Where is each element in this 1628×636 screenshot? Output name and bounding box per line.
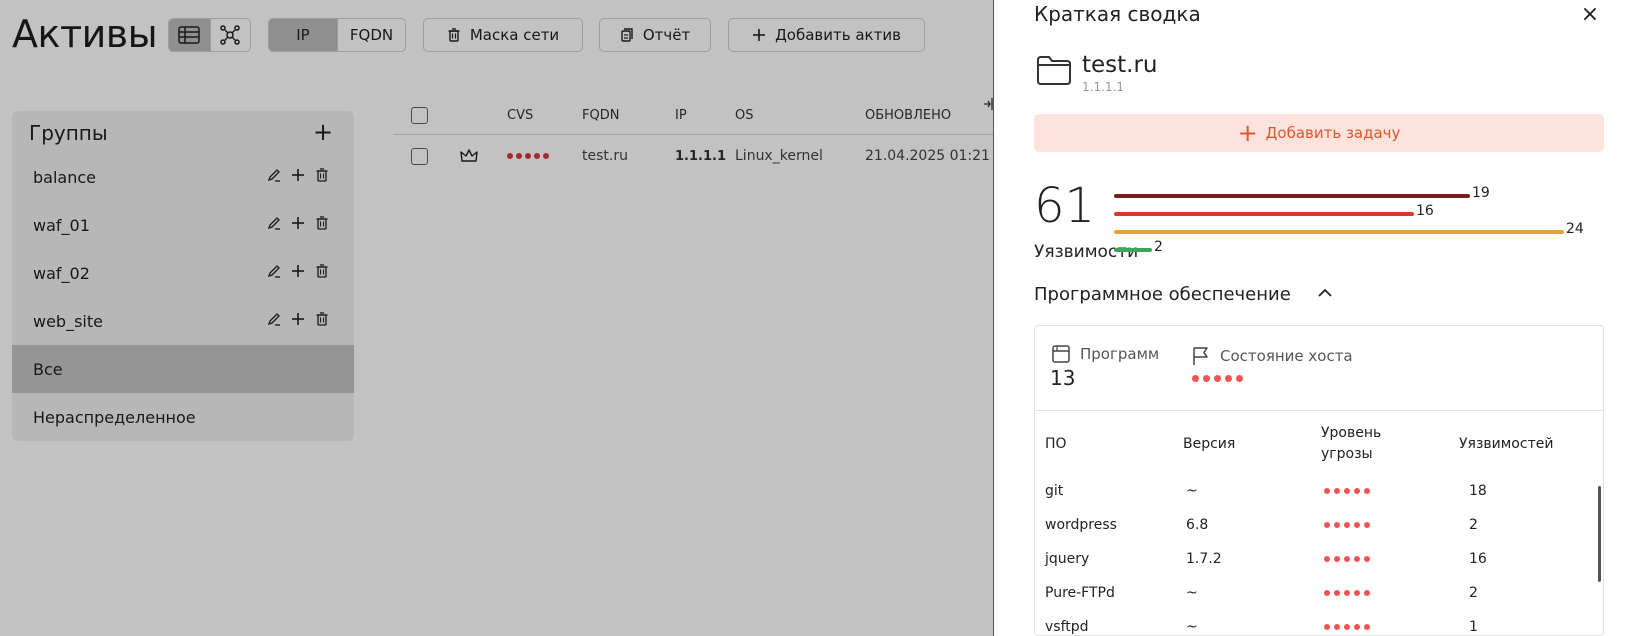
chevron-up-icon[interactable] (1316, 284, 1334, 302)
threat-rating (1324, 590, 1370, 596)
table-row[interactable]: Pure-FTPd ~2 (1035, 576, 1603, 610)
vulnerability-label: Уязвимости (1034, 242, 1139, 262)
programs-count: 13 (1050, 366, 1076, 390)
severity-count: 16 (1416, 203, 1434, 219)
software-card: Программ 13 Состояние хоста ПО Версия Ур… (1034, 325, 1604, 636)
summary-panel: Краткая сводка × test.ru 1.1.1.1 + Добав… (993, 0, 1628, 636)
severity-bar (1114, 194, 1470, 198)
software-vuln-count: 2 (1469, 585, 1478, 601)
software-vuln-count: 2 (1469, 517, 1478, 533)
severity-bar (1114, 230, 1564, 234)
threat-rating (1324, 556, 1370, 562)
software-name: wordpress (1045, 517, 1117, 533)
vulnerability-total: 61 (1034, 178, 1096, 234)
table-row[interactable]: jquery 1.7.2 16 (1035, 542, 1603, 576)
column-header-software[interactable]: ПО (1045, 414, 1067, 474)
software-version: ~ (1186, 585, 1198, 601)
column-header-threat[interactable]: Уровень угрозы (1321, 414, 1381, 474)
software-vuln-count: 16 (1469, 551, 1487, 567)
flag-icon (1193, 347, 1208, 365)
software-table-header: ПО Версия Уровень угрозы Уязвимостей (1035, 414, 1603, 474)
host-state-rating (1192, 375, 1243, 382)
modal-overlay[interactable] (0, 0, 993, 636)
column-header-vulns[interactable]: Уязвимостей (1459, 414, 1553, 474)
table-row[interactable]: wordpress 6.8 2 (1035, 508, 1603, 542)
software-version: 6.8 (1186, 517, 1209, 533)
close-icon[interactable]: × (1579, 4, 1601, 26)
panel-title: Краткая сводка (1034, 2, 1201, 26)
software-version: 1.7.2 (1186, 551, 1222, 567)
threat-rating (1324, 624, 1370, 630)
software-version: ~ (1186, 619, 1198, 635)
column-header-version[interactable]: Версия (1183, 414, 1235, 474)
software-name: jquery (1045, 551, 1090, 567)
asset-ip: 1.1.1.1 (1082, 80, 1124, 94)
software-summary: Программ 13 Состояние хоста (1035, 326, 1603, 411)
software-name: Pure-FTPd (1045, 585, 1115, 601)
scrollbar-thumb[interactable] (1598, 486, 1601, 582)
software-name: vsftpd (1045, 619, 1089, 635)
severity-count: 24 (1566, 221, 1584, 237)
asset-name: test.ru (1082, 52, 1158, 78)
window-icon (1052, 345, 1070, 363)
software-vuln-count: 1 (1469, 619, 1478, 635)
add-task-label: Добавить задачу (1265, 124, 1401, 142)
severity-count: 19 (1472, 185, 1490, 201)
add-task-button[interactable]: + Добавить задачу (1034, 114, 1604, 152)
plus-icon: + (1237, 119, 1258, 147)
threat-header-line: Уровень (1321, 425, 1382, 441)
threat-rating (1324, 522, 1370, 528)
threat-rating (1324, 488, 1370, 494)
software-vuln-count: 18 (1469, 483, 1487, 499)
host-state-label: Состояние хоста (1220, 347, 1353, 365)
software-name: git (1045, 483, 1064, 499)
software-section-title[interactable]: Программное обеспечение (1034, 284, 1291, 305)
severity-bar (1114, 212, 1414, 216)
threat-header-line: угрозы (1321, 446, 1373, 462)
table-row[interactable]: git ~18 (1035, 474, 1603, 508)
severity-bar (1114, 248, 1152, 252)
table-row[interactable]: vsftpd ~1 (1035, 610, 1603, 635)
programs-label: Программ (1080, 345, 1160, 363)
severity-count: 2 (1154, 239, 1163, 255)
folder-icon (1037, 56, 1071, 85)
software-version: ~ (1186, 483, 1198, 499)
